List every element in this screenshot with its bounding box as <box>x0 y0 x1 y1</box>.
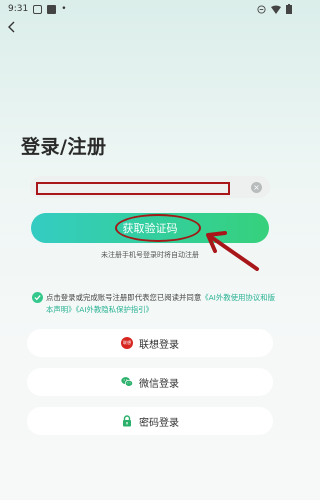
lenovo-login-label: 联想登录 <box>139 339 179 351</box>
back-button[interactable] <box>4 19 20 35</box>
lenovo-badge: 联想 <box>121 337 133 349</box>
get-code-label: 获取验证码 <box>122 222 178 235</box>
phone-field[interactable] <box>30 176 270 198</box>
get-code-button[interactable]: 获取验证码 <box>31 213 269 243</box>
lock-icon <box>121 415 133 427</box>
agreement-text: 点击登录或完成账号注册即代表您已阅读并同意《AI外教使用协议和版本声明》《AI外… <box>46 292 278 316</box>
agreement-prefix: 点击登录或完成账号注册即代表您已阅读并同意 <box>46 293 202 302</box>
lenovo-icon: 联想 <box>121 337 133 349</box>
password-login-label: 密码登录 <box>139 417 179 429</box>
chevron-left-icon <box>8 21 15 33</box>
battery-icon <box>286 4 292 14</box>
clear-input-button[interactable]: × <box>251 182 262 193</box>
status-time: 9:31 <box>8 4 29 14</box>
wechat-login-label: 微信登录 <box>139 378 179 390</box>
agreement-checkbox[interactable] <box>32 292 43 303</box>
status-right <box>257 4 292 14</box>
wechat-icon <box>121 376 133 388</box>
wifi-icon <box>271 5 281 14</box>
page-title: 登录/注册 <box>21 136 107 158</box>
notification-icon <box>33 4 43 14</box>
image-notification-icon <box>47 4 57 14</box>
auto-register-hint: 未注册手机号登录时将自动注册 <box>101 251 199 259</box>
password-login-button[interactable]: 密码登录 <box>27 407 273 435</box>
do-not-disturb-icon <box>257 4 266 14</box>
status-left: 9:31 • <box>8 4 67 14</box>
phone-input[interactable] <box>44 179 238 195</box>
status-bar: 9:31 • <box>0 0 300 18</box>
lenovo-login-button[interactable]: 联想 联想登录 <box>27 329 273 357</box>
close-icon: × <box>253 183 260 192</box>
wechat-login-button[interactable]: 微信登录 <box>27 368 273 396</box>
dot-icon: • <box>61 4 67 14</box>
check-icon <box>34 295 41 301</box>
privacy-link[interactable]: 《AI外教隐私保护指引》 <box>76 305 153 314</box>
